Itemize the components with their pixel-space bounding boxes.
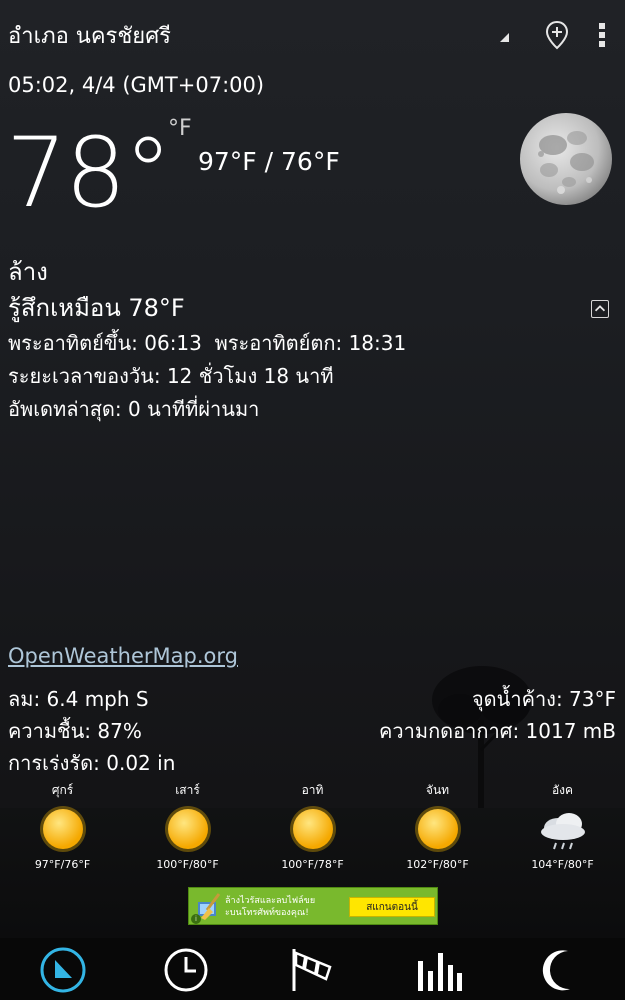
add-location-pin-icon[interactable] [545,20,569,50]
forecast-day-label: ศุกร์ [51,783,74,797]
forecast-day[interactable]: อาทิ 100°F/78°F [250,780,375,871]
more-vert-icon[interactable] [593,22,611,48]
weather-condition: ล้าง [8,258,48,286]
source-link[interactable]: OpenWeatherMap.org [8,644,238,668]
forecast-range: 104°F/80°F [531,858,594,871]
sun-icon [414,806,461,852]
location-title[interactable]: อำเภอ นครชัยศรี [8,18,171,53]
ad-scan-button[interactable]: สแกนตอนนี้ [349,897,435,917]
dew-point: จุดน้ำค้าง: 73°F [471,687,616,711]
current-temperature: 78° [6,117,172,229]
forecast-day[interactable]: เสาร์ 100°F/80°F [125,780,250,871]
forecast-range: 100°F/80°F [156,858,219,871]
dropdown-triangle-icon[interactable] [500,33,509,42]
forecast-day-label: อาทิ [301,783,324,797]
full-moon-icon[interactable] [519,112,613,206]
wind: ลม: 6.4 mph S [8,687,149,711]
precipitation: การเร่งรัด: 0.02 in [8,751,176,775]
weather-clock-icon[interactable] [38,945,88,995]
forecast-day-label: เสาร์ [175,783,200,797]
forecast-range: 100°F/78°F [281,858,344,871]
day-length: ระยะเวลาของวัน: 12 ชั่วโมง 18 นาที [8,364,334,388]
forecast-day-label: อังค [551,783,574,797]
high-low-temperature: 97°F / 76°F [198,147,340,176]
sun-icon [164,806,211,852]
pressure: ความกดอากาศ: 1017 mB [379,719,616,743]
ad-text-line2: ะบนโทรศัพท์ของคุณ! [225,908,309,918]
sun-icon [39,806,86,852]
sun-icon [289,806,336,852]
ad-text: ล้างไวรัสและลบไฟล์ขย ะบนโทรศัพท์ของคุณ! [225,895,315,919]
sunrise-sunset: พระอาทิตย์ขึ้น: 06:13 พระอาทิตย์ตก: 18:3… [8,331,407,355]
chart-bars-icon[interactable] [413,945,463,995]
ad-info-icon[interactable]: i [191,914,201,924]
forecast-range: 102°F/80°F [406,858,469,871]
history-clock-icon[interactable] [161,945,211,995]
collapse-chevron-icon[interactable] [591,300,609,318]
forecast-day-label: จันท [425,783,450,797]
forecast-day[interactable]: ศุกร์ 97°F/76°F [0,780,125,871]
ad-text-line1: ล้างไวรัสและลบไฟล์ขย [225,896,316,906]
forecast-day[interactable]: จันท 102°F/80°F [375,780,500,871]
humidity: ความชื้น: 87% [8,719,142,743]
forecast-range: 97°F/76°F [34,858,91,871]
feels-like: รู้สึกเหมือน 78°F [8,294,185,322]
bottom-navigation [0,938,625,1000]
moon-phase-icon[interactable] [538,945,588,995]
forecast-day[interactable]: อังค 104°F/80°F [500,780,625,871]
last-updated: อัพเดทล่าสุด: 0 นาทีที่ผ่านมา [8,397,260,421]
wind-sock-icon[interactable] [288,945,338,995]
ad-banner[interactable]: ล้างไวรัสและลบไฟล์ขย ะบนโทรศัพท์ของคุณ! … [188,887,438,925]
temperature-unit[interactable]: °F [168,116,192,141]
rain-cloud-icon [540,813,585,850]
date-time: 05:02, 4/4 (GMT+07:00) [8,73,265,97]
